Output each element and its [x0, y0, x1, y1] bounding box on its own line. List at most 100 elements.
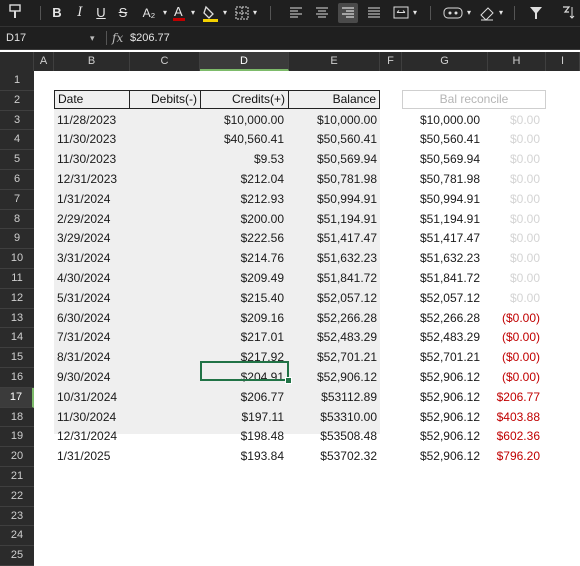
underline-button[interactable]: U — [94, 3, 108, 23]
cell-date[interactable]: 1/31/2025 — [57, 447, 131, 467]
chevron-down-icon[interactable]: ▾ — [466, 3, 472, 23]
cell-g[interactable]: $52,906.12 — [402, 447, 480, 467]
cell-h[interactable]: ($0.00) — [488, 348, 540, 368]
cell-g[interactable]: $52,906.12 — [402, 427, 480, 447]
cell-g[interactable]: $10,000.00 — [402, 111, 480, 131]
column-header-d[interactable]: D — [200, 52, 289, 71]
filter-icon[interactable] — [528, 3, 544, 23]
chevron-down-icon[interactable]: ▾ — [498, 3, 504, 23]
row-header-1[interactable]: 1 — [0, 71, 34, 91]
row-header-18[interactable]: 18 — [0, 407, 34, 428]
cell-h[interactable]: $0.00 — [488, 150, 540, 170]
column-header-b[interactable]: B — [54, 52, 130, 71]
cell-h[interactable]: $206.77 — [488, 388, 540, 408]
row-header-8[interactable]: 8 — [0, 209, 34, 230]
cell-credits[interactable]: $198.48 — [200, 427, 284, 447]
cell-g[interactable]: $50,569.94 — [402, 150, 480, 170]
cell-h[interactable]: $0.00 — [488, 210, 540, 230]
row-header-7[interactable]: 7 — [0, 189, 34, 210]
align-center-icon[interactable] — [314, 3, 330, 23]
column-header-a[interactable]: A — [34, 52, 54, 71]
row-header-16[interactable]: 16 — [0, 368, 34, 388]
cell-h[interactable]: ($0.00) — [488, 309, 540, 329]
formula-input[interactable]: $206.77 — [130, 30, 170, 46]
cell-h[interactable]: ($0.00) — [488, 368, 540, 388]
cell-h[interactable]: $0.00 — [488, 190, 540, 210]
column-header-c[interactable]: C — [130, 52, 200, 71]
row-header-12[interactable]: 12 — [0, 288, 34, 309]
row-header-15[interactable]: 15 — [0, 348, 34, 368]
row-header-19[interactable]: 19 — [0, 427, 34, 448]
cell-g[interactable]: $52,906.12 — [402, 388, 480, 408]
cell-balance[interactable]: $53112.89 — [289, 388, 377, 408]
cell-g[interactable]: $52,906.12 — [402, 408, 480, 428]
strikethrough-button[interactable]: S — [116, 3, 130, 23]
column-header-i[interactable]: I — [546, 52, 580, 71]
cell-date[interactable]: 6/30/2024 — [57, 309, 131, 329]
row-header-14[interactable]: 14 — [0, 328, 34, 349]
borders-icon[interactable] — [234, 3, 250, 23]
cell-g[interactable]: $51,417.47 — [402, 229, 480, 249]
cell-h[interactable]: $0.00 — [488, 229, 540, 249]
cell-balance[interactable]: $50,560.41 — [289, 130, 377, 150]
fx-icon[interactable]: fx — [112, 30, 123, 46]
cell-date[interactable]: 9/30/2024 — [57, 368, 131, 388]
header-balance[interactable]: Balance — [288, 90, 380, 109]
header-credits[interactable]: Credits(+) — [200, 90, 289, 109]
row-header-5[interactable]: 5 — [0, 150, 34, 170]
cell-date[interactable]: 12/31/2023 — [57, 170, 131, 190]
cell-balance[interactable]: $51,632.23 — [289, 249, 377, 269]
cell-h[interactable]: ($0.00) — [488, 328, 540, 348]
fill-handle[interactable] — [285, 377, 292, 384]
selected-cell-d17[interactable] — [200, 361, 289, 381]
subscript-button[interactable]: A₂ — [138, 3, 160, 23]
chevron-down-icon[interactable]: ▾ — [252, 3, 258, 23]
justify-icon[interactable] — [366, 3, 382, 23]
align-right-icon[interactable] — [338, 3, 358, 23]
cell-date[interactable]: 11/30/2024 — [57, 408, 131, 428]
cell-g[interactable]: $52,483.29 — [402, 328, 480, 348]
cell-credits[interactable]: $212.93 — [200, 190, 284, 210]
cell-h[interactable]: $403.88 — [488, 408, 540, 428]
cell-credits[interactable]: $197.11 — [200, 408, 285, 428]
header-date[interactable]: Date — [54, 90, 130, 109]
cell-credits[interactable]: $209.49 — [200, 269, 284, 289]
cell-balance[interactable]: $53508.48 — [289, 427, 377, 447]
cell-balance[interactable]: $52,266.28 — [289, 309, 377, 329]
cell-balance[interactable]: $51,194.91 — [289, 210, 377, 230]
row-header-22[interactable]: 22 — [0, 486, 34, 507]
cell-credits[interactable]: $217.01 — [200, 328, 284, 348]
cell-g[interactable]: $51,632.23 — [402, 249, 480, 269]
cell-h[interactable]: $0.00 — [488, 289, 540, 309]
cell-balance[interactable]: $50,569.94 — [289, 150, 377, 170]
cell-balance[interactable]: $50,781.98 — [289, 170, 377, 190]
column-header-g[interactable]: G — [402, 52, 488, 71]
cell-h[interactable]: $0.00 — [488, 269, 540, 289]
cell-date[interactable]: 10/31/2024 — [57, 388, 131, 408]
clear-eraser-icon[interactable] — [478, 3, 496, 23]
cell-g[interactable]: $52,057.12 — [402, 289, 480, 309]
cell-balance[interactable]: $10,000.00 — [289, 111, 377, 131]
cell-g[interactable]: $52,701.21 — [402, 348, 480, 368]
align-left-icon[interactable] — [288, 3, 304, 23]
cell-credits[interactable]: $40,560.41 — [200, 130, 284, 150]
column-header-f[interactable]: F — [380, 52, 402, 71]
row-header-25[interactable]: 25 — [0, 546, 34, 566]
row-header-2[interactable]: 2 — [0, 90, 34, 111]
cell-date[interactable]: 7/31/2024 — [57, 328, 131, 348]
bold-button[interactable]: B — [50, 3, 64, 23]
font-color-button[interactable]: A — [172, 3, 186, 23]
cell-balance[interactable]: $50,994.91 — [289, 190, 377, 210]
cell-credits[interactable]: $214.76 — [200, 249, 284, 269]
chevron-down-icon[interactable]: ▾ — [162, 3, 168, 23]
cell-h[interactable]: $0.00 — [488, 249, 540, 269]
row-header-23[interactable]: 23 — [0, 506, 34, 527]
cell-date[interactable]: 11/30/2023 — [57, 130, 131, 150]
cell-balance[interactable]: $52,701.21 — [289, 348, 377, 368]
cell-h[interactable]: $0.00 — [488, 111, 540, 131]
cell-date[interactable]: 11/28/2023 — [57, 111, 131, 131]
row-header-21[interactable]: 21 — [0, 467, 34, 487]
merge-cells-icon[interactable] — [392, 3, 410, 23]
header-debits[interactable]: Debits(-) — [129, 90, 201, 109]
cell-h[interactable]: $602.36 — [488, 427, 540, 447]
